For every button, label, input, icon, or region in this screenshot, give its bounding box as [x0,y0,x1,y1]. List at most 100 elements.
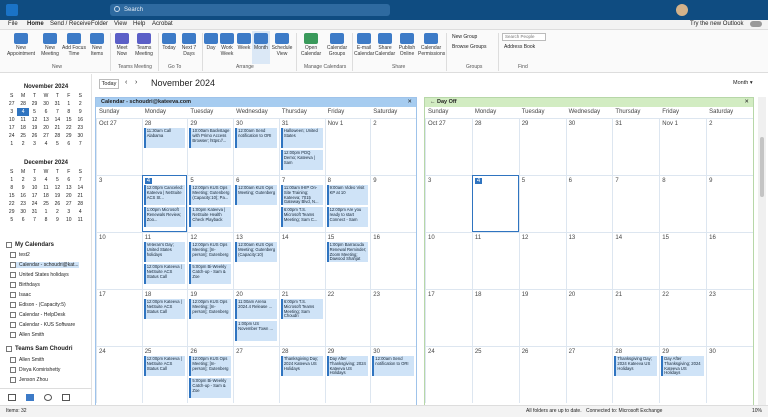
calendar-list-item[interactable]: test2 [10,252,30,258]
new-items-button[interactable]: New Items [86,33,108,57]
mini-calendar-december[interactable]: December 2024 S M T W T F S 1 2 3 4 5 6 7 8 9 10 11 12 13 14… [6,160,86,224]
day-cell[interactable]: 3 [425,175,472,232]
day-cell[interactable]: 13 [565,232,613,289]
mini-day[interactable]: 19 [52,192,63,200]
mini-day[interactable]: 12 [52,184,63,192]
day-cell[interactable]: 11 [471,232,519,289]
mini-day[interactable]: 11 [40,184,51,192]
mini-day[interactable]: 28 [17,100,28,108]
mini-day[interactable]: 26 [29,132,40,140]
checkbox[interactable] [10,302,16,308]
calendar-event[interactable]: 1:00pm Kateeva | NetSuite Health Check P… [189,207,232,227]
calendar-groups-button[interactable]: Calendar Groups [324,33,350,57]
calendar-event[interactable]: 11:00am Arena 2024.4 Release ... [235,299,277,319]
mini-day[interactable]: 15 [6,192,17,200]
checkbox[interactable] [10,312,16,318]
day-cell[interactable]: 6 [565,175,613,232]
mini-day[interactable]: 20 [63,192,74,200]
search-people-input[interactable]: Search People [502,33,546,41]
checkbox[interactable] [10,332,16,338]
mini-day[interactable]: 18 [17,124,28,132]
team-member-item[interactable]: Allen Smith [10,357,44,363]
mini-day[interactable]: 25 [17,132,28,140]
calendar-event[interactable]: Veteran's Day; United States holidays [143,242,186,262]
calendar-event[interactable]: 11:00am IHIP On-Site Training; Kateeva; … [280,185,323,205]
mini-day[interactable]: 9 [17,184,28,192]
calendar-event[interactable]: 12:00am KUS Ops Meeting; Gutenberg (Capa… [235,242,277,262]
menu-acrobat[interactable]: Acrobat [152,21,173,27]
calendar-list-item[interactable]: Birthdays [10,282,40,288]
calendar-list-item[interactable]: Calendar - schoudri@kat... [10,262,79,268]
menu-send-receive[interactable]: Send / Receive [50,21,91,27]
mini-day[interactable]: 4 [40,140,51,148]
mini-day[interactable]: 24 [29,200,40,208]
menu-home[interactable]: Home [27,21,44,27]
new-appointment-button[interactable]: New Appointment [4,33,38,57]
meet-now-button[interactable]: Meet Now [112,33,132,57]
checkbox[interactable] [10,322,16,328]
mini-day[interactable]: 28 [75,200,86,208]
mini-day[interactable]: 21 [75,192,86,200]
calendar-event[interactable]: 12:00pm Are you ready to start Connect -… [326,207,369,227]
schedule-view-button[interactable]: Schedule View [270,33,294,57]
mini-day[interactable]: 18 [40,192,51,200]
mini-day[interactable]: 26 [52,200,63,208]
mini-day[interactable]: 15 [63,116,74,124]
day-cell[interactable]: 10 [425,232,472,289]
mini-day[interactable]: 6 [63,140,74,148]
mini-day[interactable]: 11 [17,116,28,124]
day-cell[interactable]: 4 [471,175,519,232]
calendar-event[interactable]: 5:00pm Bi-Weekly Catch-up - Sam & Zoe [189,264,232,284]
mini-day[interactable]: 3 [29,140,40,148]
mini-day[interactable]: 1 [40,208,51,216]
new-meeting-button[interactable]: New Meeting [38,33,62,57]
checkbox[interactable] [10,367,16,373]
day-cell[interactable]: 22 [659,289,707,346]
mini-day[interactable]: 23 [75,124,86,132]
day-cell[interactable]: 27 [233,346,279,403]
checkbox[interactable] [10,292,16,298]
mini-day[interactable]: 29 [63,132,74,140]
mini-day[interactable]: 22 [6,200,17,208]
mini-day[interactable]: 2 [52,208,63,216]
search-box[interactable]: Search [110,4,390,16]
email-calendar-button[interactable]: E-mail Calendar [354,33,374,57]
people-icon[interactable] [44,394,52,401]
my-calendars-header[interactable]: My Calendars [6,242,54,248]
checkbox[interactable] [10,377,16,383]
next-7-days-button[interactable]: Next 7 Days [178,33,200,57]
next-arrow-icon[interactable]: › [135,79,137,86]
checkbox[interactable] [10,282,16,288]
day-cell[interactable]: 17 [96,289,142,346]
mini-day[interactable]: 10 [6,116,17,124]
mini-day[interactable]: 1 [6,140,17,148]
add-focus-time-button[interactable]: Add Focus Time [62,33,86,57]
mini-day[interactable]: 11 [75,216,86,224]
day-cell[interactable]: 10 [96,232,142,289]
day-cell[interactable]: Oct 27 [425,118,472,175]
day-cell[interactable]: Nov 1 [659,118,707,175]
menu-help[interactable]: Help [133,21,145,27]
mini-day[interactable]: 25 [40,200,51,208]
vertical-scrollbar[interactable] [758,97,766,406]
checkbox[interactable] [10,357,16,363]
mini-day[interactable]: 13 [40,116,51,124]
mini-day[interactable]: 31 [52,100,63,108]
day-cell[interactable]: 27 [565,346,613,403]
day-cell[interactable]: 15 [659,232,707,289]
mini-day[interactable]: 3 [63,208,74,216]
mini-day[interactable]: 6 [40,108,51,116]
calendar-event[interactable]: Halloween; United States [280,128,323,148]
mini-day[interactable]: 10 [29,184,40,192]
mini-day[interactable]: 6 [17,216,28,224]
mini-day[interactable]: 17 [6,124,17,132]
day-cell[interactable]: 9 [370,175,416,232]
mini-day[interactable]: 2 [75,100,86,108]
day-cell[interactable]: 9 [706,175,753,232]
calendar-event[interactable]: 12:00am KUS Ops Meeting; Gutenberg [235,185,277,205]
work-week-button[interactable]: Work Week [218,33,236,57]
prev-arrow-icon[interactable]: ‹ [125,79,127,86]
mini-day[interactable]: 28 [52,132,63,140]
mini-day[interactable]: 5 [29,108,40,116]
mini-day[interactable]: 2 [17,140,28,148]
